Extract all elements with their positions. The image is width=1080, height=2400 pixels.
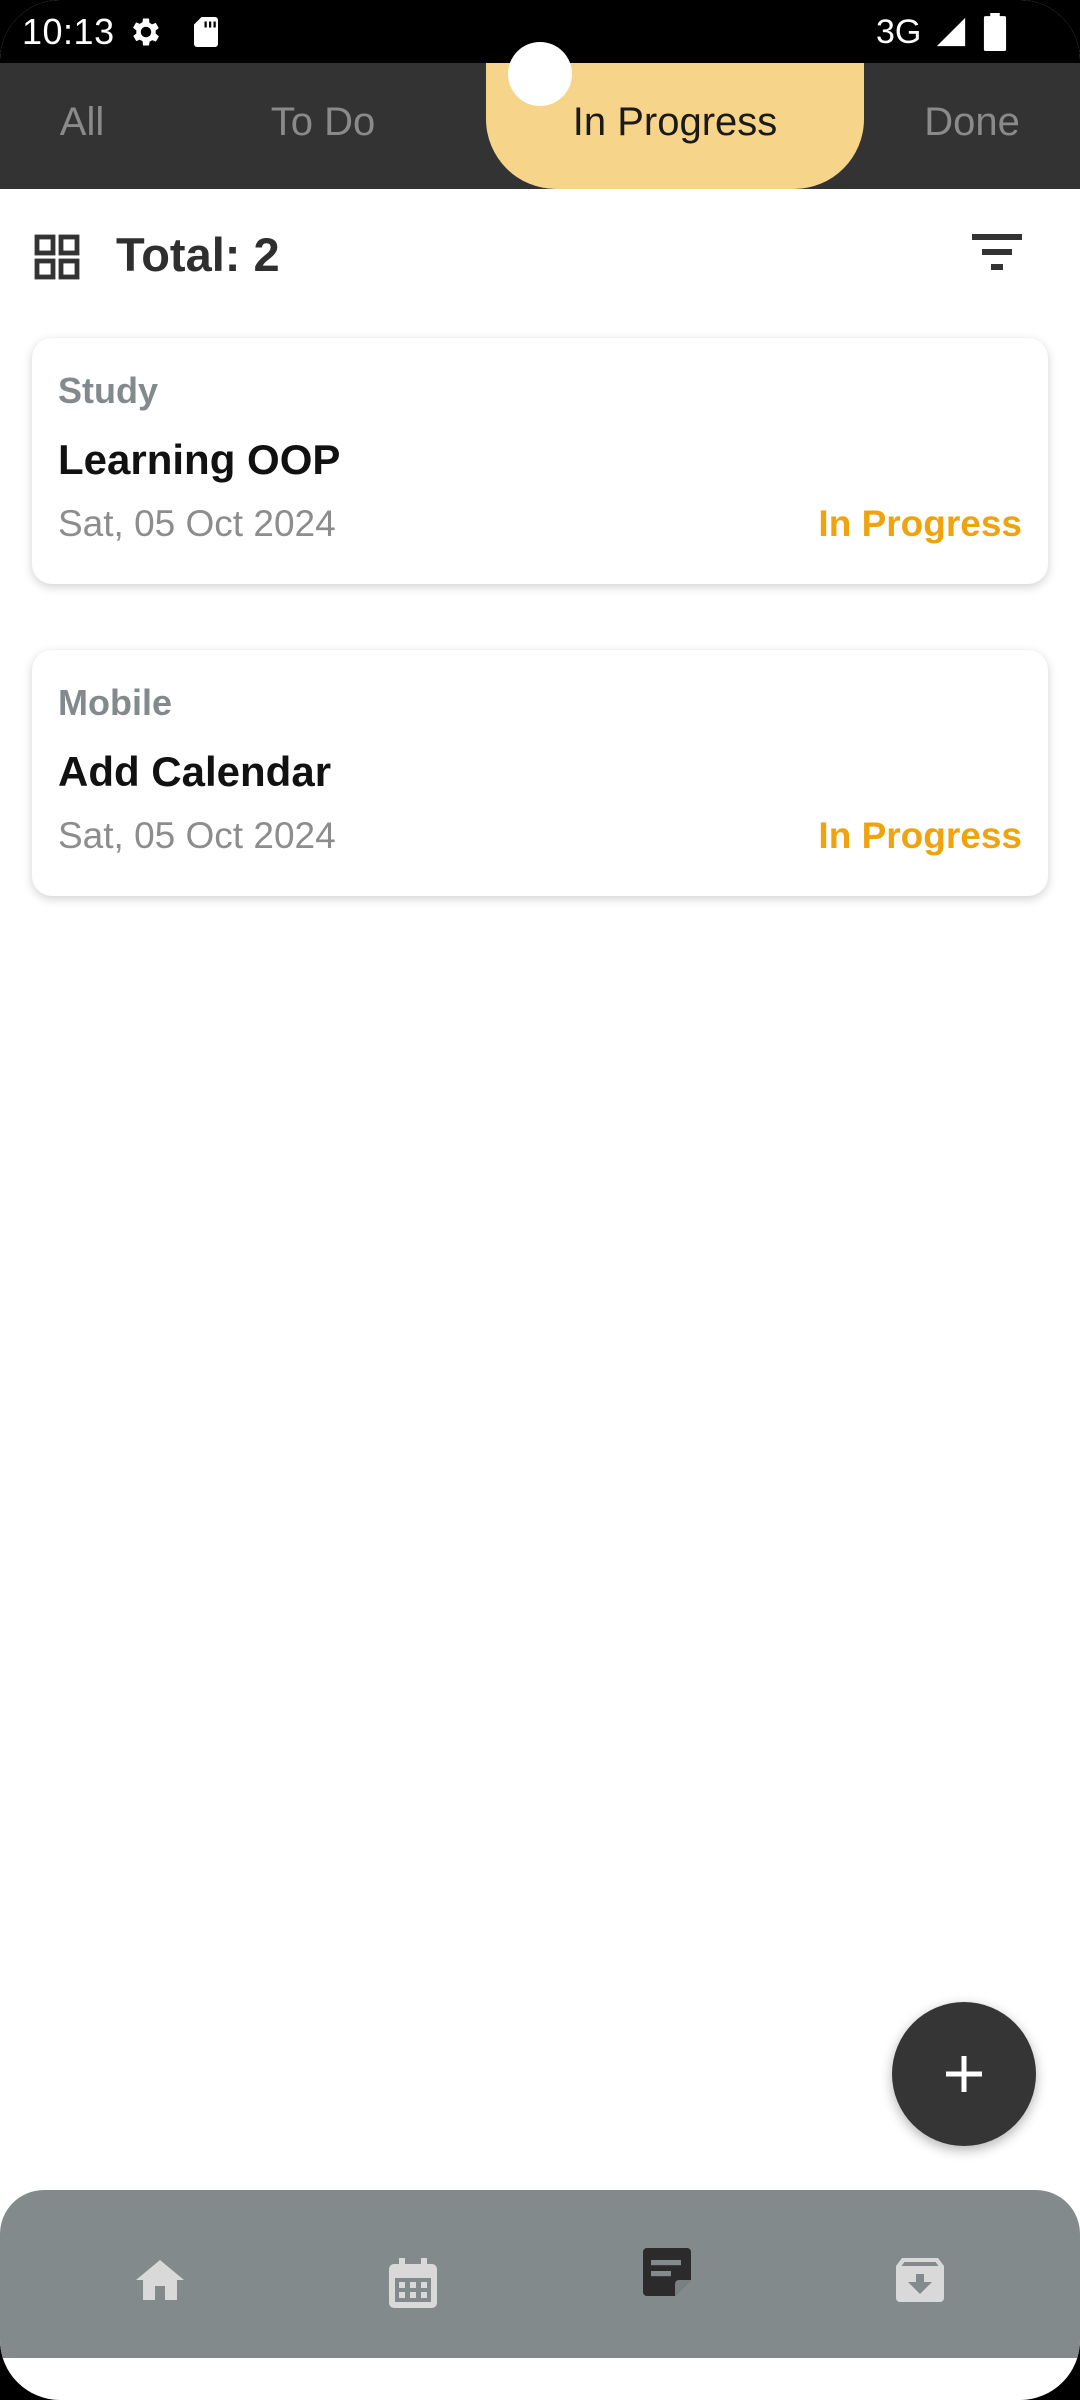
screen: 10:13 3G All To Do In Progress Done Tota… [0, 0, 1080, 2400]
signal-icon [936, 17, 966, 47]
task-date: Sat, 05 Oct 2024 [58, 503, 336, 544]
task-status: In Progress [818, 815, 1022, 856]
filter-icon[interactable] [972, 230, 1022, 274]
calendar-icon [389, 2258, 437, 2308]
nav-home[interactable] [80, 2190, 240, 2358]
tab-all[interactable]: All [30, 63, 134, 189]
touch-indicator [508, 42, 572, 106]
add-task-button[interactable] [892, 2002, 1036, 2146]
home-icon [136, 2260, 184, 2300]
nav-archive[interactable] [840, 2190, 1000, 2358]
plus-icon [946, 2056, 982, 2092]
grid-view-icon[interactable] [33, 233, 81, 281]
task-category: Mobile [58, 682, 172, 723]
task-date: Sat, 05 Oct 2024 [58, 815, 336, 856]
bottom-navigation [0, 2190, 1080, 2358]
task-total-count: Total: 2 [116, 228, 280, 281]
task-category: Study [58, 370, 159, 411]
task-title: Add Calendar [58, 748, 332, 795]
task-card[interactable]: Mobile Add Calendar Sat, 05 Oct 2024 In … [32, 650, 1048, 896]
nav-tasks[interactable] [587, 2190, 747, 2358]
notes-icon [643, 2248, 691, 2296]
sd-card-icon [194, 17, 218, 47]
gesture-navigation-bar[interactable] [444, 2376, 634, 2382]
archive-icon [896, 2258, 944, 2302]
battery-icon [983, 13, 1007, 51]
status-time: 10:13 [22, 11, 115, 52]
tab-done[interactable]: Done [884, 63, 1060, 189]
task-status: In Progress [818, 503, 1022, 544]
nav-calendar[interactable] [333, 2190, 493, 2358]
network-type: 3G [876, 13, 922, 51]
task-card[interactable]: Study Learning OOP Sat, 05 Oct 2024 In P… [32, 338, 1048, 584]
tab-to-do[interactable]: To Do [230, 63, 416, 189]
task-title: Learning OOP [58, 436, 341, 483]
settings-icon [133, 18, 159, 46]
